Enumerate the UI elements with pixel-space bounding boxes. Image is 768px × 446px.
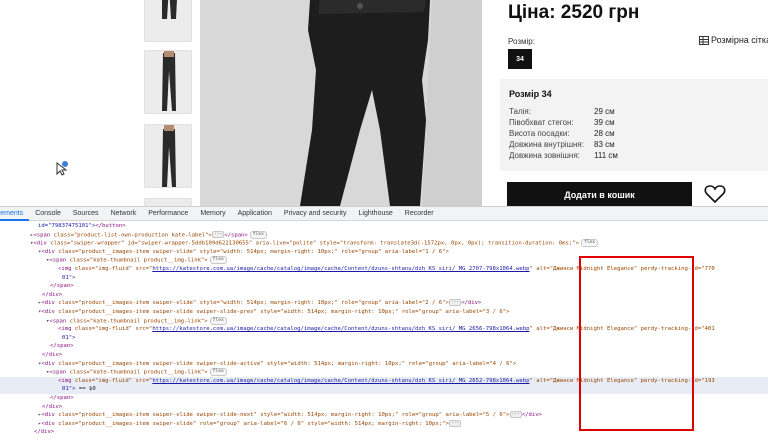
measurement-row: Довжина зовнішня: 111 см (509, 151, 759, 162)
size-card-title: Розмір 34 (509, 89, 552, 99)
measurement-value: 39 см (594, 118, 615, 127)
add-to-cart-button[interactable]: Додати в кошик (507, 182, 692, 206)
table-icon (699, 35, 709, 45)
dom-attrs: class="img-fluid" src=" (74, 326, 153, 333)
dom-tag: span (36, 232, 51, 239)
image-src-link[interactable]: https://katestore.com.ua/image/cache/cat… (152, 326, 529, 332)
dom-tag: </div> (34, 429, 55, 436)
selected-marker: == $0 (78, 386, 96, 393)
tab-application[interactable]: Application (232, 207, 278, 221)
measurement-row: Висота посадки: 28 см (509, 129, 759, 140)
dom-node[interactable]: ▾<div class="swiper-wrapper" id="swiper-… (0, 239, 768, 248)
tab-network[interactable]: Network (105, 207, 143, 221)
dom-attr-value: 01"> (62, 334, 76, 341)
dom-tag: </span> (50, 395, 74, 401)
tab-recorder[interactable]: Recorder (399, 207, 440, 221)
tab-privacy-security[interactable]: Privacy and security (278, 207, 353, 221)
highlight-box (579, 256, 694, 431)
measurement-label: Талія: (509, 107, 531, 116)
dom-attrs: class="img-fluid" src=" (74, 377, 153, 384)
tab-performance[interactable]: Performance (142, 207, 194, 221)
dom-attrs: class="product__images-item swiper-slide… (58, 420, 449, 427)
jeans-photo (200, 0, 482, 206)
size-guide-link[interactable]: Розмірна сітка (699, 35, 768, 45)
measurement-value: 29 см (594, 107, 615, 116)
tab-lighthouse[interactable]: Lighthouse (353, 207, 399, 221)
ellipsis-icon[interactable]: ··· (448, 299, 462, 307)
ellipsis-icon[interactable]: ··· (509, 411, 522, 419)
dom-tag: </span> (50, 283, 74, 290)
dom-attrs: class="kate-thumbnail product__img-link"… (69, 369, 208, 376)
size-details-card: Розмір 34 Талія: 29 см Півобхват стегон: 3… (500, 79, 768, 171)
measurement-label: Висота посадки: (509, 129, 570, 138)
dom-attrs: class="kate-thumbnail product__img-link"… (69, 257, 208, 264)
flex-badge[interactable]: flex (209, 256, 227, 265)
ellipsis-icon[interactable]: ··· (211, 231, 225, 239)
heart-icon[interactable] (704, 184, 726, 204)
screenshot-root: Ціна: 2520 грн Розмір: Розмірна сітка 34… (0, 0, 768, 446)
flex-badge[interactable]: flex (249, 230, 267, 239)
dom-attrs: class="product__images-item swiper-slide… (58, 412, 510, 419)
measurement-value: 83 см (594, 140, 615, 149)
measurement-label: Довжина зовнішня: (509, 151, 580, 160)
product-main-image[interactable] (200, 0, 482, 206)
dom-tag: </span> (224, 232, 248, 239)
thumbnail-image[interactable] (144, 0, 192, 42)
measurement-value: 111 см (594, 151, 618, 160)
measurement-row: Талія: 29 см (509, 107, 759, 118)
measurement-value: 28 см (594, 129, 615, 138)
dom-attrs: class="product-list-own-production kate-… (53, 232, 212, 239)
tab-elements[interactable]: Elements (0, 207, 30, 221)
dom-attrs: class="img-fluid" src=" (74, 266, 153, 272)
dom-attr-value: 01"> (62, 274, 76, 281)
dom-attrs: class="kate-thumbnail product__img-link"… (69, 318, 208, 325)
measurement-label: Довжина внутрішня: (509, 140, 584, 149)
thumbnail-image[interactable] (144, 124, 192, 188)
measurements-list: Талія: 29 см Півобхват стегон: 39 см Висот… (509, 107, 759, 162)
dom-attr-value: 01"> (62, 386, 76, 393)
flex-badge[interactable]: flex (209, 316, 227, 325)
dom-tag: </div> (42, 291, 63, 298)
dom-tag: </div> (42, 403, 63, 410)
dom-tag: </span> (50, 343, 74, 350)
size-label: Розмір: (508, 37, 535, 46)
image-src-link[interactable]: https://katestore.com.ua/image/cache/cat… (152, 266, 529, 272)
dom-node[interactable]: id="79837475101"></button> (0, 222, 768, 231)
product-page: Ціна: 2520 грн Розмір: Розмірна сітка 34… (0, 0, 768, 206)
dom-attrs: class="product__images-item swiper-slide… (58, 360, 517, 367)
product-price: Ціна: 2520 грн (508, 2, 640, 23)
measurement-row: Півобхват стегон: 39 см (509, 118, 759, 129)
dom-attrs: class="product__images-item swiper-slide… (58, 300, 449, 307)
dom-tag: </button> (95, 223, 126, 229)
size-guide-label: Розмірна сітка (711, 35, 768, 45)
cursor-icon (56, 161, 68, 176)
tab-sources[interactable]: Sources (67, 207, 105, 221)
flex-badge[interactable]: flex (580, 239, 599, 248)
dom-attr-value: id="79837475101"> (38, 223, 96, 229)
dom-attrs: class="product__images-item swiper-slide… (58, 309, 510, 315)
thumbnail-image[interactable] (144, 198, 192, 206)
ellipsis-icon[interactable]: ··· (448, 419, 462, 427)
measurement-label: Півобхват стегон: (509, 118, 574, 127)
tab-console[interactable]: Console (29, 207, 67, 221)
size-option-34[interactable]: 34 (508, 49, 532, 69)
dom-tag: </div> (42, 352, 63, 358)
measurement-row: Довжина внутрішня: 83 см (509, 140, 759, 151)
dom-attrs: class="swiper-wrapper" id="swiper-wrappe… (50, 240, 579, 247)
dom-attrs: class="product__images-item swiper-slide… (58, 248, 449, 255)
devtools-tabs: Elements Console Sources Network Perform… (0, 207, 768, 221)
thumbnail-image[interactable] (144, 50, 192, 114)
image-src-link[interactable]: https://katestore.com.ua/image/cache/cat… (152, 378, 529, 384)
dom-node[interactable]: ▸<span class="product-list-own-productio… (0, 230, 768, 240)
flex-badge[interactable]: flex (209, 368, 227, 377)
tab-memory[interactable]: Memory (194, 207, 231, 221)
